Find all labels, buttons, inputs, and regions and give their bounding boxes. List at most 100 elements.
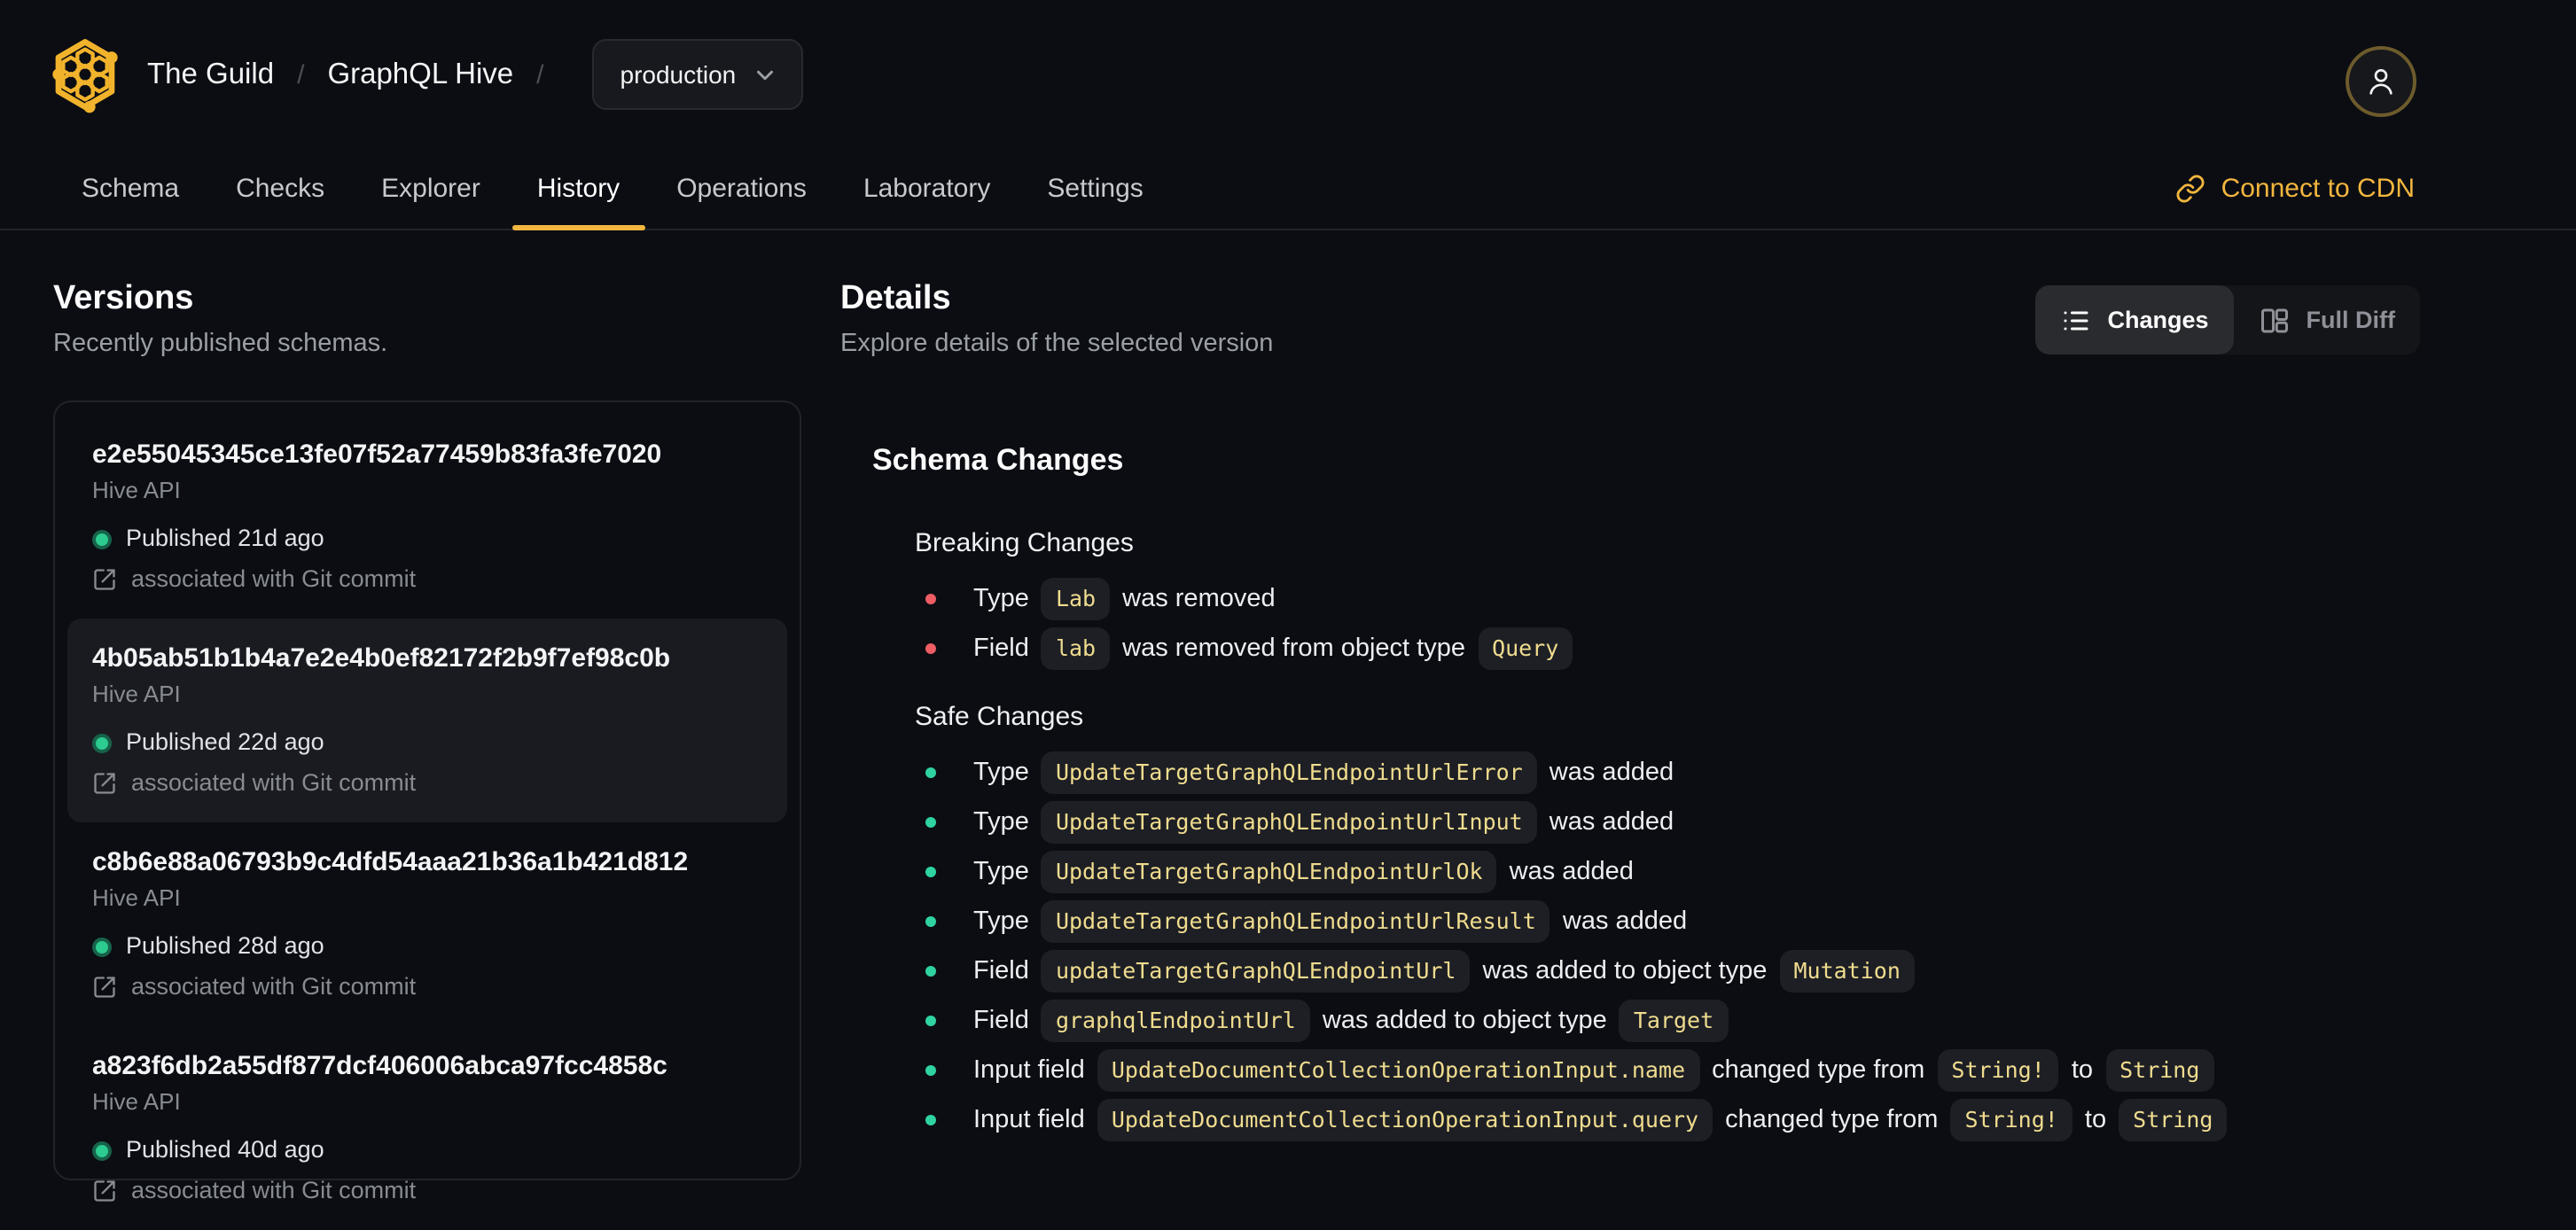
version-service: Hive API: [92, 884, 181, 911]
nav-tab-settings[interactable]: Settings: [1022, 149, 1167, 229]
git-commit-label: associated with Git commit: [131, 565, 417, 592]
breadcrumb-separator: /: [297, 59, 305, 90]
version-list: e2e55045345ce13fe07f52a77459b83fa3fe7020…: [53, 401, 801, 1203]
external-link-icon: [94, 569, 115, 590]
code-chip: Query: [1478, 627, 1573, 669]
git-commit-link[interactable]: associated with Git commit: [92, 564, 762, 596]
version-status: Published 21d ago: [92, 523, 762, 555]
versions-panel: Versions Recently published schemas. e2e…: [53, 230, 801, 1203]
nav-tab-operations[interactable]: Operations: [652, 149, 831, 229]
change-text: Field graphqlEndpointUrl was added to ob…: [973, 999, 1733, 1041]
nav-tab-schema[interactable]: Schema: [57, 149, 204, 229]
code-chip: String!: [1937, 1048, 2059, 1091]
published-dot-icon: [92, 937, 112, 956]
git-commit-link[interactable]: associated with Git commit: [92, 971, 762, 1003]
version-hash: e2e55045345ce13fe07f52a77459b83fa3fe7020: [92, 440, 662, 470]
view-toggle-changes[interactable]: Changes: [2034, 285, 2234, 354]
code-chip: graphqlEndpointUrl: [1041, 999, 1310, 1041]
versions-title: Versions: [53, 280, 194, 317]
git-commit-link[interactable]: associated with Git commit: [92, 767, 762, 799]
breadcrumb-org[interactable]: The Guild: [147, 58, 274, 91]
version-status-text: Published 28d ago: [126, 932, 324, 959]
breadcrumb: The Guild / GraphQL Hive / production: [0, 0, 2576, 149]
change-item: Field lab was removed from object type Q…: [915, 624, 2576, 673]
change-item: Type UpdateTargetGraphQLEndpointUrlInput…: [915, 798, 2576, 847]
code-chip: UpdateTargetGraphQLEndpointUrlError: [1041, 751, 1537, 793]
view-mode-toggle: Changes Full Diff: [2034, 285, 2420, 354]
git-commit-label: associated with Git commit: [131, 1177, 417, 1203]
details-panel: Details Explore details of the selected …: [840, 230, 2576, 1145]
code-chip: String: [2105, 1048, 2214, 1091]
nav-tab-history[interactable]: History: [511, 149, 644, 230]
connect-to-cdn-button[interactable]: Connect to CDN: [2175, 149, 2415, 229]
version-status: Published 40d ago: [92, 1134, 762, 1166]
code-chip: UpdateDocumentCollectionOperationInput.n…: [1097, 1048, 1700, 1091]
code-chip: Target: [1619, 999, 1729, 1041]
chevron-down-icon: [757, 69, 774, 80]
change-section-title: Breaking Changes: [915, 528, 1134, 558]
version-status: Published 28d ago: [92, 930, 762, 962]
nav-tabs: Schema Checks Explorer History Operations Lab…: [57, 149, 1168, 230]
published-dot-icon: [92, 1140, 112, 1160]
version-list-item[interactable]: a823f6db2a55df877dcf406006abca97fcc4858c…: [67, 1026, 787, 1230]
version-list-item[interactable]: e2e55045345ce13fe07f52a77459b83fa3fe7020…: [67, 415, 787, 619]
change-item: Input field UpdateDocumentCollectionOper…: [915, 1095, 2576, 1145]
versions-subtitle: Recently published schemas.: [53, 330, 388, 358]
published-dot-icon: [92, 733, 112, 752]
version-list-item[interactable]: c8b6e88a06793b9c4dfd54aaa21b36a1b421d812…: [67, 822, 787, 1026]
schema-changes-title: Schema Changes: [872, 443, 1124, 477]
version-status: Published 22d ago: [92, 727, 762, 759]
code-chip: lab: [1041, 627, 1111, 669]
version-status-text: Published 22d ago: [126, 728, 324, 755]
version-list-item[interactable]: 4b05ab51b1b4a7e2e4b0ef82172f2b9f7ef98c0b…: [67, 619, 787, 822]
change-text: Field updateTargetGraphQLEndpointUrl was…: [973, 949, 1920, 992]
target-selector-dropdown[interactable]: production: [591, 39, 804, 110]
code-chip: Lab: [1041, 577, 1111, 619]
change-text: Type UpdateTargetGraphQLEndpointUrlOk wa…: [973, 850, 1634, 892]
top-header: The Guild / GraphQL Hive / production Sc…: [0, 0, 2576, 230]
change-text: Type Lab was removed: [973, 577, 1276, 619]
connect-to-cdn-label: Connect to CDN: [2221, 174, 2415, 204]
external-link-icon: [94, 1180, 115, 1202]
user-icon: [2369, 69, 2393, 95]
split-panels-icon: [2260, 308, 2288, 332]
change-item: Type UpdateTargetGraphQLEndpointUrlResul…: [915, 897, 2576, 946]
version-service: Hive API: [92, 477, 181, 503]
git-commit-link[interactable]: associated with Git commit: [92, 1175, 762, 1207]
change-section-title: Safe Changes: [915, 702, 1084, 732]
code-chip: UpdateTargetGraphQLEndpointUrlResult: [1041, 899, 1550, 942]
change-text: Input field UpdateDocumentCollectionOper…: [973, 1098, 2232, 1140]
user-avatar-button[interactable]: [2346, 46, 2416, 117]
version-status-text: Published 21d ago: [126, 525, 324, 551]
code-chip: String!: [1950, 1098, 2073, 1140]
git-commit-label: associated with Git commit: [131, 973, 417, 1000]
change-item: Type UpdateTargetGraphQLEndpointUrlOk wa…: [915, 847, 2576, 897]
schema-changes: Schema Changes Breaking Changes Type Lab…: [872, 440, 2576, 1145]
published-dot-icon: [92, 529, 112, 549]
version-service: Hive API: [92, 1088, 181, 1115]
code-chip: Mutation: [1779, 949, 1915, 992]
external-link-icon: [94, 977, 115, 998]
change-section: Safe Changes Type UpdateTargetGraphQLEnd…: [915, 698, 2576, 1145]
breadcrumb-separator: /: [536, 59, 544, 90]
nav-tab-explorer[interactable]: Explorer: [356, 149, 505, 229]
git-commit-label: associated with Git commit: [131, 769, 417, 796]
breadcrumb-project[interactable]: GraphQL Hive: [327, 58, 513, 91]
nav-tab-checks[interactable]: Checks: [211, 149, 349, 229]
change-list: Type Lab was removed Field lab was remov…: [915, 574, 2576, 673]
code-chip: String: [2119, 1098, 2228, 1140]
nav-tab-laboratory[interactable]: Laboratory: [839, 149, 1015, 229]
code-chip: UpdateTargetGraphQLEndpointUrlOk: [1041, 850, 1497, 892]
version-hash: 4b05ab51b1b4a7e2e4b0ef82172f2b9f7ef98c0b: [92, 643, 671, 673]
view-toggle-full-diff[interactable]: Full Diff: [2234, 285, 2421, 354]
code-chip: updateTargetGraphQLEndpointUrl: [1041, 949, 1471, 992]
list-icon: [2063, 310, 2088, 330]
change-text: Field lab was removed from object type Q…: [973, 627, 1578, 669]
version-hash: c8b6e88a06793b9c4dfd54aaa21b36a1b421d812: [92, 847, 689, 877]
schema-changes-sections: Breaking Changes Type Lab was removed Fi…: [872, 525, 2576, 1145]
main-nav: Schema Checks Explorer History Operations Lab…: [0, 149, 2576, 230]
change-item: Input field UpdateDocumentCollectionOper…: [915, 1046, 2576, 1095]
code-chip: UpdateTargetGraphQLEndpointUrlInput: [1041, 800, 1537, 843]
version-hash: a823f6db2a55df877dcf406006abca97fcc4858c: [92, 1051, 667, 1081]
code-chip: UpdateDocumentCollectionOperationInput.q…: [1097, 1098, 1713, 1140]
